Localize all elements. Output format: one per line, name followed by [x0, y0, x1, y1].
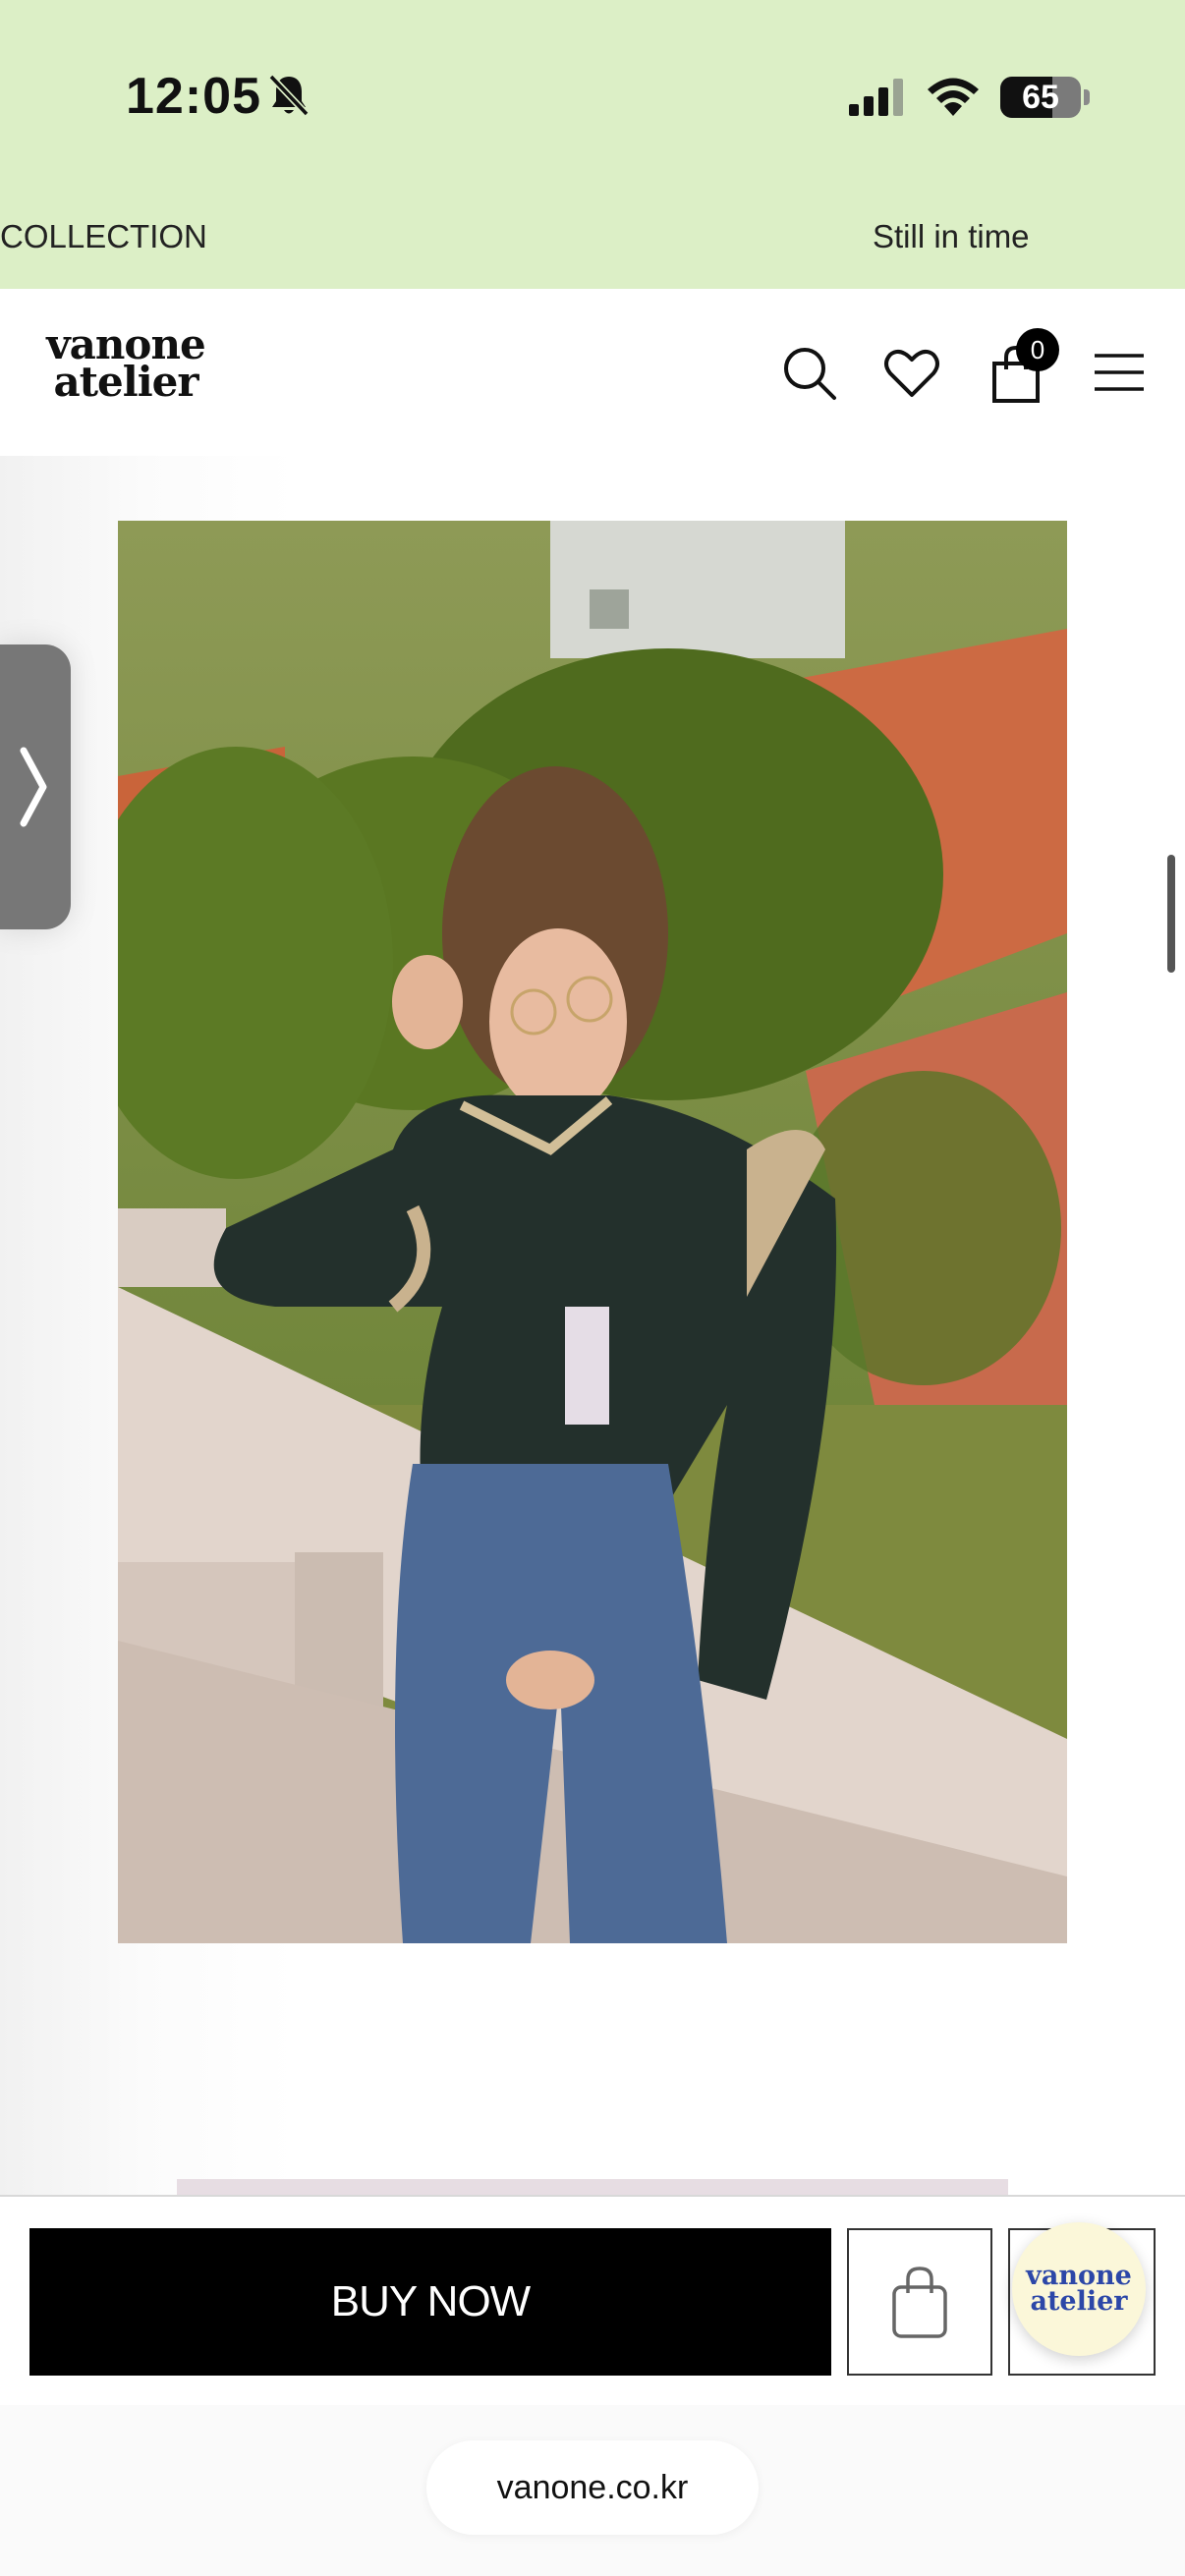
product-gallery	[0, 456, 1185, 2195]
product-photo-illustration	[118, 521, 1067, 1943]
buy-now-button[interactable]: BUY NOW	[29, 2228, 831, 2376]
wifi-icon	[928, 78, 979, 116]
add-to-cart-button[interactable]	[847, 2228, 992, 2376]
battery-cap	[1084, 89, 1090, 105]
top-band: 12:05 65 COLLECTION Still in time	[0, 0, 1185, 289]
search-icon[interactable]	[780, 344, 839, 403]
next-product-photo-edge[interactable]	[177, 2179, 1008, 2195]
chat-logo-line-2: atelier	[1030, 2286, 1128, 2317]
cart-count-badge: 0	[1016, 328, 1059, 371]
scrollbar-thumb[interactable]	[1167, 855, 1175, 973]
shopping-bag-icon	[892, 2267, 947, 2338]
heart-icon[interactable]	[882, 344, 941, 403]
browser-toolbar: vanone.co.kr	[0, 2405, 1185, 2576]
purchase-bar: BUY NOW	[0, 2195, 1185, 2405]
marquee-text-left[interactable]: COLLECTION	[0, 218, 207, 255]
battery-percentage: 65	[1022, 79, 1059, 116]
site-header: vanone atelier 0	[0, 289, 1185, 456]
brand-logo[interactable]: vanone atelier	[37, 324, 214, 406]
status-time: 12:05	[126, 68, 261, 125]
marquee-text-right[interactable]: Still in time	[873, 218, 1030, 255]
address-bar[interactable]: vanone.co.kr	[426, 2440, 759, 2535]
bell-slash-icon	[268, 74, 310, 117]
battery-icon: 65	[1000, 77, 1081, 118]
chat-logo-button[interactable]: vanone atelier	[1012, 2222, 1146, 2356]
chevron-right-icon	[20, 747, 47, 827]
logo-line-2: atelier	[53, 358, 198, 406]
product-photo[interactable]	[118, 521, 1067, 1943]
hamburger-menu-icon[interactable]	[1091, 344, 1150, 403]
cellular-signal-icon	[849, 79, 903, 116]
side-drawer-tab[interactable]	[0, 644, 71, 929]
